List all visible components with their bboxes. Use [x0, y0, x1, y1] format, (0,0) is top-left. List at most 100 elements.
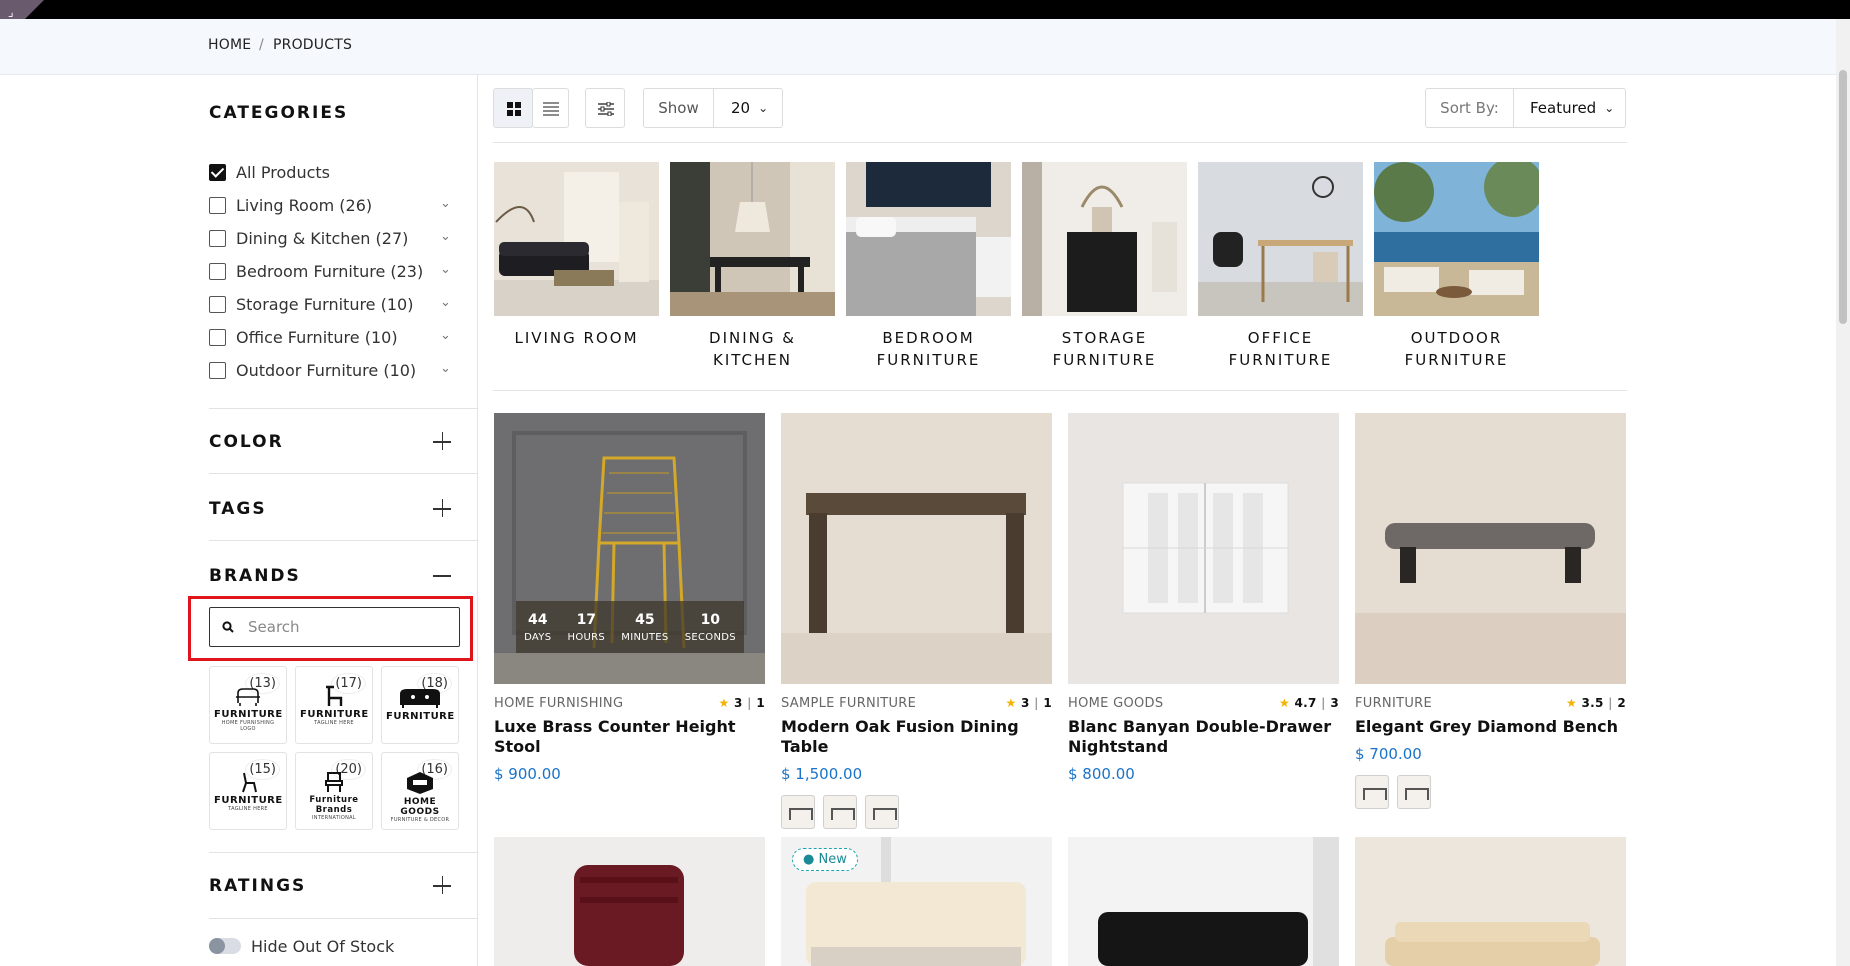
product-name[interactable]: Modern Oak Fusion Dining Table [781, 717, 1052, 757]
chevron-down-icon[interactable]: ⌄ [440, 328, 451, 343]
tile-label: BEDROOM FURNITURE [876, 329, 981, 369]
brand-tile[interactable]: (20) Furniture Brands INTERNATIONAL [295, 752, 373, 830]
category-tile-dining-kitchen[interactable]: DINING & KITCHEN [670, 162, 835, 371]
product-card[interactable] [1355, 837, 1626, 966]
checkbox[interactable] [209, 295, 226, 313]
scrollbar-thumb[interactable] [1839, 70, 1847, 324]
category-office-furniture[interactable]: Office Furniture (10) [209, 325, 398, 349]
brand-tile[interactable]: (13) FURNITURE HOME FURNISHING LOGO [209, 666, 287, 744]
brand-tile[interactable]: (16) HOME GOODS FURNITURE & DECOR [381, 752, 459, 830]
hide-out-of-stock-toggle[interactable] [209, 938, 241, 954]
brand-logo: FURNITURE TAGLINE HERE [300, 685, 368, 726]
brand-tile[interactable]: (15) FURNITURE TAGLINE HERE [209, 752, 287, 830]
product-rating: ★ 4.7 | 3 [1278, 696, 1339, 710]
product-card[interactable] [494, 837, 765, 966]
brand-tile[interactable]: (18) FURNITURE [381, 666, 459, 744]
brand-search-input[interactable] [248, 618, 448, 636]
chevron-down-icon[interactable]: ⌄ [440, 196, 451, 211]
chevron-down-icon[interactable]: ⌄ [440, 295, 451, 310]
category-tile-living-room[interactable]: LIVING ROOM [494, 162, 659, 349]
product-brand[interactable]: HOME FURNISHING [494, 696, 623, 711]
category-label: Bedroom Furniture (23) [236, 261, 424, 281]
category-tile-outdoor-furniture[interactable]: OUTDOOR FURNITURE [1374, 162, 1539, 371]
product-brand[interactable]: HOME GOODS [1068, 696, 1163, 711]
brands-title[interactable]: BRANDS [209, 566, 301, 586]
product-image[interactable] [1068, 413, 1339, 684]
variant-swatch[interactable] [1355, 775, 1389, 809]
expand-plus-icon[interactable] [433, 499, 453, 519]
category-bedroom-furniture[interactable]: Bedroom Furniture (23) [209, 259, 423, 283]
expand-plus-icon[interactable] [433, 432, 453, 452]
category-living-room[interactable]: Living Room (26) [209, 193, 372, 217]
product-name[interactable]: Luxe Brass Counter Height Stool [494, 717, 765, 757]
brand-logo: HOME GOODS FURNITURE & DECOR [386, 771, 454, 823]
expand-plus-icon[interactable] [433, 876, 453, 896]
tile-label: OFFICE FURNITURE [1228, 329, 1333, 369]
product-image[interactable] [494, 837, 765, 966]
category-storage-furniture[interactable]: Storage Furniture (10) [209, 292, 413, 316]
corner-arrow-icon: ⌟ [8, 5, 14, 19]
countdown-hours: 17 HOURS [567, 611, 606, 643]
checkbox[interactable] [209, 361, 226, 379]
product-image[interactable] [1355, 413, 1626, 684]
product-card[interactable]: FURNITURE ★ 3.5 | 2 Elegant Grey Diamond … [1355, 413, 1626, 809]
chevron-down-icon[interactable]: ⌄ [440, 361, 451, 376]
product-card[interactable]: ● New [781, 837, 1052, 966]
top-black-bar [0, 0, 1850, 19]
category-tile-office-furniture[interactable]: OFFICE FURNITURE [1198, 162, 1363, 371]
filter-settings-button[interactable] [585, 88, 625, 128]
variant-swatch[interactable] [781, 795, 815, 829]
checkbox[interactable] [209, 196, 226, 214]
office-image [1198, 162, 1363, 316]
checkbox[interactable] [209, 328, 226, 346]
variant-swatch[interactable] [865, 795, 899, 829]
product-card[interactable]: SAMPLE FURNITURE ★ 3 | 1 Modern Oak Fusio… [781, 413, 1052, 829]
grid-view-button[interactable] [493, 88, 533, 128]
sliders-icon [598, 102, 614, 116]
product-card[interactable] [1068, 837, 1339, 966]
category-outdoor-furniture[interactable]: Outdoor Furniture (10) [209, 358, 416, 382]
product-brand[interactable]: SAMPLE FURNITURE [781, 696, 916, 711]
star-icon: ★ [1278, 696, 1291, 710]
sort-label: Sort By: [1426, 88, 1514, 128]
product-image[interactable] [1355, 837, 1626, 966]
tile-label: LIVING ROOM [514, 329, 639, 347]
brand-logo: FURNITURE HOME FURNISHING LOGO [214, 685, 282, 732]
variant-swatch[interactable] [823, 795, 857, 829]
color-title[interactable]: COLOR [209, 432, 284, 452]
product-image[interactable] [1068, 837, 1339, 966]
tags-title[interactable]: TAGS [209, 499, 267, 519]
chevron-down-icon[interactable]: ⌄ [440, 229, 451, 244]
product-image[interactable] [781, 413, 1052, 684]
category-tile-bedroom-furniture[interactable]: BEDROOM FURNITURE [846, 162, 1011, 371]
show-per-page-select[interactable]: Show 20 ⌄ [643, 88, 783, 128]
sort-by-select[interactable]: Sort By: Featured ⌄ [1425, 88, 1626, 128]
variant-swatches [781, 795, 1052, 829]
brand-search-field[interactable] [209, 607, 460, 647]
checkbox[interactable] [209, 229, 226, 247]
sofa-icon [400, 689, 440, 708]
checkbox-checked[interactable] [209, 163, 226, 181]
product-name[interactable]: Blanc Banyan Double-Drawer Nightstand [1068, 717, 1339, 757]
collapse-minus-icon[interactable] [433, 566, 453, 586]
category-all-products[interactable]: All Products [209, 160, 330, 184]
sidebar-divider [477, 75, 478, 966]
checkbox[interactable] [209, 262, 226, 280]
product-card[interactable]: 44 DAYS 17 HOURS 45 MINUTES 10 SECONDS HOME … [494, 413, 765, 783]
category-tile-storage-furniture[interactable]: STORAGE FURNITURE [1022, 162, 1187, 371]
variant-swatch[interactable] [1397, 775, 1431, 809]
list-view-button[interactable] [532, 88, 569, 128]
ratings-title[interactable]: RATINGS [209, 876, 306, 896]
product-card[interactable]: HOME GOODS ★ 4.7 | 3 Blanc Banyan Double-… [1068, 413, 1339, 783]
category-dining-kitchen[interactable]: Dining & Kitchen (27) [209, 226, 408, 250]
brand-logo: FURNITURE [386, 685, 454, 722]
product-image[interactable]: ● New [781, 837, 1052, 966]
sort-value: Featured [1530, 99, 1597, 117]
product-brand[interactable]: FURNITURE [1355, 696, 1432, 711]
product-image[interactable]: 44 DAYS 17 HOURS 45 MINUTES 10 SECONDS [494, 413, 765, 684]
product-rating: ★ 3 | 1 [1005, 696, 1052, 710]
product-name[interactable]: Elegant Grey Diamond Bench [1355, 717, 1626, 737]
chevron-down-icon[interactable]: ⌄ [440, 262, 451, 277]
breadcrumb-home[interactable]: HOME [208, 37, 251, 53]
brand-tile[interactable]: (17) FURNITURE TAGLINE HERE [295, 666, 373, 744]
